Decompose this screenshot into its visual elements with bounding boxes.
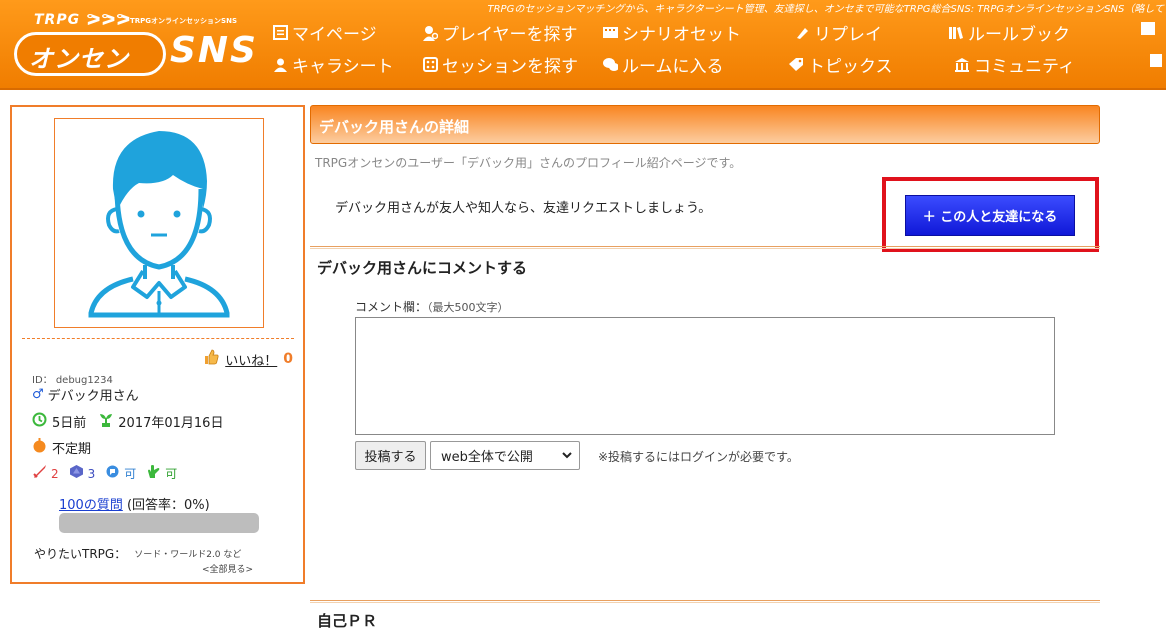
translate-icon <box>1140 20 1156 36</box>
replay-icon <box>794 25 810 41</box>
avatar <box>54 118 264 328</box>
frequency: 不定期 <box>52 442 92 457</box>
sprout-icon <box>99 412 113 431</box>
frequency-icon <box>32 438 47 457</box>
charasheet-icon <box>272 57 288 73</box>
nav-rulebook[interactable]: ルールブック <box>948 20 1070 45</box>
nav-replay[interactable]: リプレイ <box>794 20 882 45</box>
stats-row: 2 3 可 可 <box>32 464 177 483</box>
add-friend-button[interactable]: ＋ この人と友達になる <box>905 195 1075 236</box>
nav-session-search[interactable]: セッションを探す <box>422 52 578 77</box>
comment-hint: （最大500文字） <box>427 301 509 314</box>
nav-charasheet[interactable]: キャラシート <box>272 52 394 77</box>
user-name-row: ♂ デバック用さん <box>32 385 139 404</box>
want-label: やりたいTRPG： <box>34 547 127 561</box>
want-all-link[interactable]: <全部見る> <box>202 562 253 575</box>
registered-date: 2017年01月16日 <box>118 416 224 431</box>
intro-text: TRPGオンセンのユーザー「デバック用」さんのプロフィール紹介ページです。 <box>315 156 742 170</box>
friend-request-text: デバック用さんが友人や知人なら、友達リクエストしましょう。 <box>335 201 712 216</box>
nav-scenario[interactable]: シナリオセット <box>602 20 741 45</box>
last-login: 5日前 <box>52 416 87 431</box>
logo-pill: オンセン <box>14 32 166 76</box>
nav-player-search[interactable]: プレイヤーを探す <box>422 20 578 45</box>
avatar-illustration <box>88 131 230 318</box>
user-id: ID： debug1234 <box>32 375 113 386</box>
frequency-row: 不定期 <box>32 438 91 457</box>
book-icon <box>1148 52 1164 68</box>
chevron-down-icon <box>561 449 573 465</box>
nav-rulebook-label: ルールブック <box>968 25 1070 45</box>
questions-link[interactable]: 100の質問 <box>59 498 123 513</box>
nav-session-search-label: セッションを探す <box>442 57 578 77</box>
thumbs-up-icon <box>203 349 219 369</box>
nav-scenario-label: シナリオセット <box>622 25 741 45</box>
comment-label: コメント欄： <box>355 300 428 314</box>
section-divider-2 <box>310 600 1100 603</box>
logo-waves: ᕗᕗᕗ <box>86 10 131 29</box>
want-trpg-row: やりたいTRPG： ソード・ワールド2.0 など <box>34 545 241 562</box>
community-icon <box>954 57 970 73</box>
nav-room[interactable]: ルームに入る <box>602 52 724 77</box>
user-name: デバック用さん <box>47 389 139 404</box>
pr-heading: 自己ＰＲ <box>317 612 378 630</box>
login-note: ※投稿するにはログインが必要です。 <box>598 450 799 464</box>
nav-player-search-label: プレイヤーを探す <box>442 25 578 45</box>
player-search-icon <box>422 25 438 41</box>
rulebook-icon <box>948 25 964 41</box>
questions-progress-bar <box>59 513 259 533</box>
stat-pl: 3 <box>87 466 96 481</box>
questions-rate: (回答率：0%) <box>126 498 210 513</box>
login-row: 5日前 2017年01月16日 <box>32 412 223 431</box>
voice-icon <box>105 464 120 483</box>
like-row: いいね！ 0 <box>203 349 293 369</box>
nav-extra-2[interactable] <box>1148 52 1164 68</box>
visibility-select[interactable]: web全体で公開 <box>430 441 580 470</box>
nav-extra[interactable] <box>1140 20 1156 36</box>
questions-row: 100の質問 (回答率：0%) <box>59 494 210 513</box>
dice-icon <box>422 57 438 73</box>
logo-main: オンセン <box>29 45 129 73</box>
site-tagline: TRPGのセッションマッチングから、キャラクターシート管理、友達探し、オンセまで… <box>487 4 1164 15</box>
page-title: デバック用さんの詳細 <box>319 118 470 136</box>
scenario-icon <box>602 25 618 41</box>
room-icon <box>602 57 618 73</box>
nav-charasheet-label: キャラシート <box>292 57 394 77</box>
dice-d20-icon <box>69 464 84 483</box>
nav-topics-label: トピックス <box>808 57 893 77</box>
stat-voice: 可 <box>124 467 137 481</box>
nav-mypage-label: マイページ <box>292 25 377 45</box>
post-button[interactable]: 投稿する <box>355 441 426 470</box>
nav-community[interactable]: コミュニティ <box>954 52 1075 77</box>
logo-subtitle: TRPGオンラインセッションSNS <box>130 17 237 25</box>
comment-textarea[interactable] <box>355 317 1055 435</box>
section-divider <box>310 246 1100 249</box>
like-link[interactable]: いいね！ <box>225 350 277 369</box>
like-count: 0 <box>283 351 293 367</box>
nav-room-label: ルームに入る <box>622 57 724 77</box>
comment-label-row: コメント欄：（最大500文字） <box>355 298 509 315</box>
mypage-icon <box>272 25 288 41</box>
site-header: TRPGのセッションマッチングから、キャラクターシート管理、友達探し、オンセまで… <box>0 0 1166 90</box>
topics-icon <box>788 57 804 73</box>
want-games: ソード・ワールド2.0 など <box>134 550 242 560</box>
logo-trpg: TRPG <box>34 12 81 28</box>
main-nav: マイページ プレイヤーを探す シナリオセット リプレイ ルールブック キャラシー… <box>272 18 1166 82</box>
page-title-bar: デバック用さんの詳細 <box>310 105 1100 144</box>
clock-icon <box>32 412 47 431</box>
site-logo[interactable]: TRPG ᕗᕗᕗ TRPGオンラインセッションSNS オンセン SNS <box>14 10 256 78</box>
nav-replay-label: リプレイ <box>814 25 882 45</box>
sword-icon <box>32 464 47 483</box>
stat-text: 可 <box>165 467 178 481</box>
logo-sns: SNS <box>170 30 258 71</box>
divider <box>22 338 294 339</box>
comment-heading: デバック用さんにコメントする <box>317 259 528 277</box>
stat-gm: 2 <box>51 466 59 481</box>
profile-sidebar: いいね！ 0 ID： debug1234 ♂ デバック用さん 5日前 2017年… <box>10 105 305 584</box>
nav-mypage[interactable]: マイページ <box>272 20 377 45</box>
nav-community-label: コミュニティ <box>974 57 1075 77</box>
male-icon: ♂ <box>32 387 44 402</box>
nav-topics[interactable]: トピックス <box>788 52 893 77</box>
hand-icon <box>146 464 161 483</box>
visibility-selected: web全体で公開 <box>441 450 533 465</box>
